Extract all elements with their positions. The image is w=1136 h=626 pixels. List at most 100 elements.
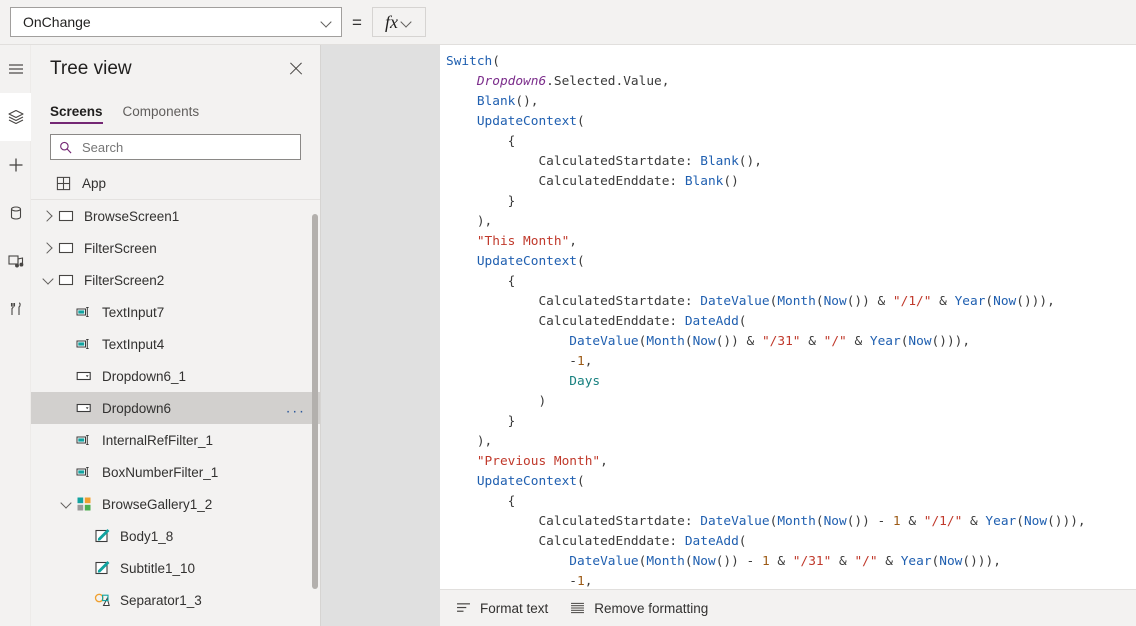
chevron-down-icon[interactable] xyxy=(39,264,57,296)
remove-formatting-label: Remove formatting xyxy=(594,600,709,616)
rail-item-media[interactable] xyxy=(0,237,31,285)
code-token: Now xyxy=(908,334,932,349)
tree-row-icon xyxy=(57,239,75,257)
tree-row[interactable]: BrowseScreen1 xyxy=(31,200,320,232)
rail-item-insert[interactable] xyxy=(0,141,31,189)
code-token: ())), xyxy=(1016,294,1055,309)
tree-row-label: Dropdown6 xyxy=(102,400,172,416)
chevron-right-icon[interactable] xyxy=(39,232,57,264)
remove-formatting-button[interactable]: Remove formatting xyxy=(570,601,708,616)
tree-row-icon xyxy=(93,559,111,577)
formula-bar: OnChange = fx xyxy=(0,0,1136,45)
code-token: ()) - xyxy=(715,554,762,569)
code-token: Now xyxy=(823,294,847,309)
left-rail xyxy=(0,45,31,626)
tree-row-app[interactable]: App xyxy=(31,168,320,200)
fx-button[interactable]: fx xyxy=(372,7,426,37)
rail-item-advanced-tools[interactable] xyxy=(0,285,31,333)
code-token: & xyxy=(962,514,986,529)
tree-row[interactable]: TextInput4 xyxy=(31,328,320,360)
tree-row[interactable]: InternalRefFilter_1 xyxy=(31,424,320,456)
chevron-down-icon[interactable] xyxy=(57,488,75,520)
code-token: Now xyxy=(823,514,847,529)
code-token: ( xyxy=(577,474,585,489)
tree-row-label: TextInput7 xyxy=(102,304,165,320)
search-icon xyxy=(60,141,72,153)
textinput-icon xyxy=(76,339,89,349)
dropdown-icon xyxy=(76,403,91,413)
tree-row-icon xyxy=(75,367,93,385)
code-token: - xyxy=(446,354,577,369)
property-select[interactable]: OnChange xyxy=(10,7,342,37)
tree-row[interactable]: Dropdown6... xyxy=(31,392,320,424)
tree-row-icon xyxy=(75,303,93,321)
rail-item-tree-view[interactable] xyxy=(0,93,31,141)
tree-row[interactable]: Separator1_3 xyxy=(31,584,320,616)
close-icon[interactable] xyxy=(286,59,306,79)
tree-row-label: BrowseGallery1_2 xyxy=(102,496,213,512)
tree-row[interactable]: FilterScreen xyxy=(31,232,320,264)
tree-row-label: Separator1_3 xyxy=(120,592,202,608)
code-token: Year xyxy=(869,334,901,349)
fx-label: fx xyxy=(385,12,398,32)
search-wrapper xyxy=(31,124,320,168)
format-text-button[interactable]: Format text xyxy=(456,601,548,616)
tree-row[interactable]: BrowseGallery1_2 xyxy=(31,488,320,520)
tab-screens[interactable]: Screens xyxy=(50,104,103,124)
code-token: } xyxy=(446,414,516,429)
rail-item-hamburger-menu[interactable] xyxy=(0,45,31,93)
code-token: "/1/" xyxy=(923,514,963,529)
code-token: DateAdd xyxy=(684,534,739,549)
code-token: Now xyxy=(692,554,716,569)
tree-row[interactable]: Body1_8 xyxy=(31,520,320,552)
tree-row[interactable]: Subtitle1_10 xyxy=(31,552,320,584)
overflow-menu-icon[interactable]: ... xyxy=(286,401,306,416)
app-icon xyxy=(56,176,71,191)
tree-row-label: Dropdown6_1 xyxy=(102,368,187,384)
property-select-value: OnChange xyxy=(23,14,91,30)
tree-row-label: BrowseScreen1 xyxy=(84,208,180,224)
search-box[interactable] xyxy=(50,134,301,160)
code-token: "/31" xyxy=(761,334,801,349)
tab-components[interactable]: Components xyxy=(123,104,200,124)
tree-scrollbar[interactable] xyxy=(312,214,318,589)
chevron-right-icon[interactable] xyxy=(39,200,57,232)
code-token: ( xyxy=(684,554,693,569)
tree-row-icon xyxy=(75,495,93,513)
code-token: { xyxy=(446,134,516,149)
code-token: Blank xyxy=(700,154,739,169)
code-token: DateValue xyxy=(700,514,770,529)
search-input[interactable] xyxy=(80,138,292,156)
code-token: CalculatedEnddate: xyxy=(446,314,685,329)
database-icon xyxy=(10,206,21,220)
code-token: Blank xyxy=(684,174,724,189)
tree-row[interactable]: Dropdown6_1 xyxy=(31,360,320,392)
tree-row-icon xyxy=(75,463,93,481)
tree-row-label: BoxNumberFilter_1 xyxy=(102,464,219,480)
code-token: ( xyxy=(577,254,585,269)
tree-row[interactable]: TextInput7 xyxy=(31,296,320,328)
tree-row-icon xyxy=(75,335,93,353)
screen-icon xyxy=(58,274,74,286)
formula-code[interactable]: Switch( Dropdown6.Selected.Value, Blank(… xyxy=(440,45,1136,589)
code-token: , xyxy=(569,234,577,249)
rail-item-data[interactable] xyxy=(0,189,31,237)
code-token: "This Month" xyxy=(476,234,570,249)
tree-row[interactable]: BoxNumberFilter_1 xyxy=(31,456,320,488)
tree-row[interactable]: NextArrow1_3 xyxy=(31,616,320,626)
code-token: & xyxy=(769,554,793,569)
tree-row[interactable]: FilterScreen2 xyxy=(31,264,320,296)
code-token: ), xyxy=(446,214,493,229)
code-token: ( xyxy=(815,514,824,529)
formula-editor[interactable]: Switch( Dropdown6.Selected.Value, Blank(… xyxy=(440,45,1136,589)
code-token: ( xyxy=(684,334,693,349)
